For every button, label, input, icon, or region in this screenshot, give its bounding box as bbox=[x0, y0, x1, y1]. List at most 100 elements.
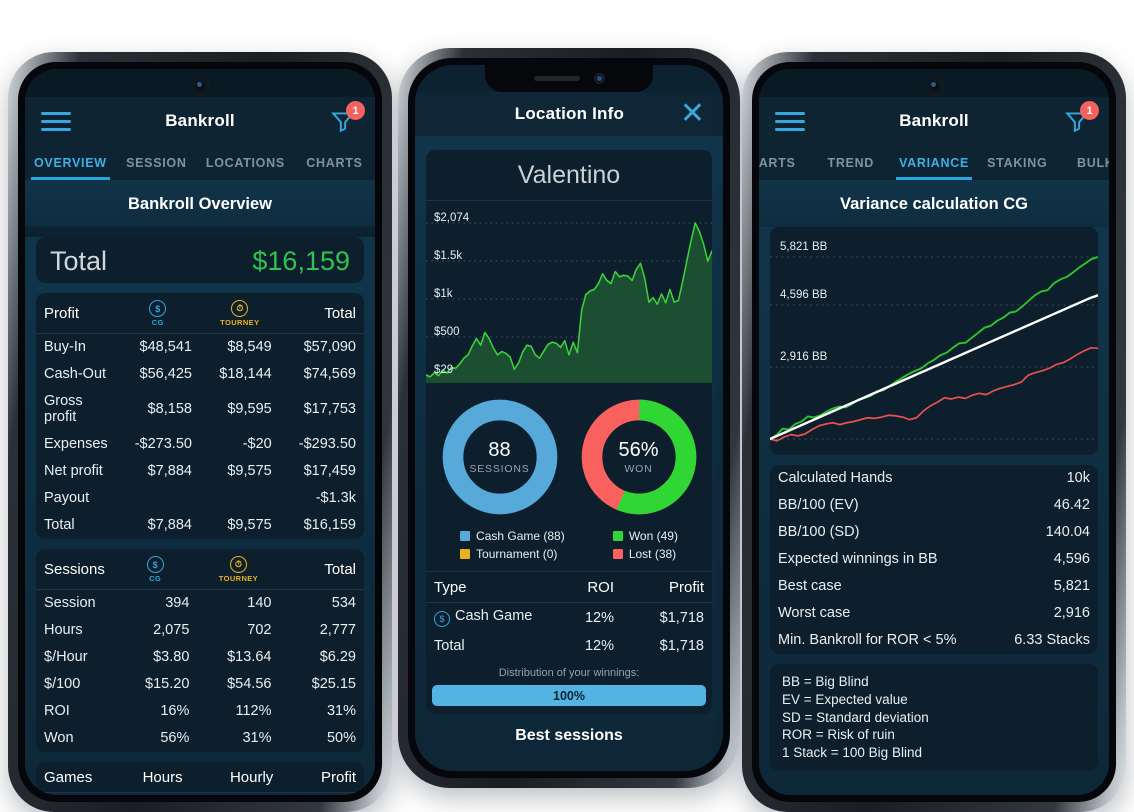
section-title-bankroll-overview: Bankroll Overview bbox=[25, 180, 375, 227]
row-tourney: $9,575 bbox=[227, 463, 272, 479]
row-cg: 56% bbox=[160, 730, 190, 746]
games-table: Games Hours Hourly Profit bbox=[36, 762, 364, 793]
row-cg: $3.80 bbox=[153, 649, 190, 665]
table-row[interactable]: $/100 $15.20 $54.56 $25.15 bbox=[36, 671, 364, 698]
table-row[interactable]: Total 12% $1,718 bbox=[426, 633, 712, 660]
content-scroll-right[interactable]: 5,821 BB 4,596 BB 2,916 BB Calculated Ha… bbox=[759, 227, 1109, 795]
legend-swatch-cash-game bbox=[460, 531, 471, 541]
row-label: $ Cash Game bbox=[426, 603, 544, 633]
row-total: $17,753 bbox=[303, 401, 356, 417]
legend-line: EV = Expected value bbox=[782, 691, 908, 707]
sessions-header-cg: $ CG bbox=[113, 549, 198, 590]
filter-icon[interactable]: 1 bbox=[329, 101, 365, 134]
table-row[interactable]: Total $7,884 $9,575 $16,159 bbox=[36, 512, 364, 539]
hamburger-icon[interactable] bbox=[775, 111, 805, 131]
legend-label-cash-game: Cash Game (88) bbox=[476, 529, 565, 543]
row-label: Session bbox=[44, 595, 96, 611]
row-label: Won bbox=[44, 730, 74, 746]
tab-session[interactable]: SESSION bbox=[116, 145, 197, 180]
table-row[interactable]: Payout -$1.3k bbox=[36, 485, 364, 512]
table-row[interactable]: Cash-Out $56,425 $18,144 $74,569 bbox=[36, 361, 364, 388]
table-row[interactable]: Expenses -$273.50 -$20 -$293.50 bbox=[36, 431, 364, 458]
table-row[interactable]: Hours 2,075 702 2,777 bbox=[36, 617, 364, 644]
table-row[interactable]: Best case 5,821 bbox=[770, 573, 1098, 600]
tab-staking[interactable]: STAKING bbox=[978, 145, 1057, 180]
legend-item: Won (49) bbox=[612, 529, 678, 543]
profit-header-label: Profit bbox=[44, 305, 80, 322]
filter-icon[interactable]: 1 bbox=[1063, 101, 1099, 134]
tab-trend[interactable]: TREND bbox=[812, 145, 891, 180]
row-label: $/Hour bbox=[44, 649, 88, 665]
donut-sessions-label: SESSIONS bbox=[469, 462, 530, 475]
close-icon[interactable]: ✕ bbox=[678, 99, 707, 129]
row-total: 50% bbox=[326, 730, 356, 746]
legend-line: BB = Big Blind bbox=[782, 674, 869, 689]
tab-locations[interactable]: LOCATIONS bbox=[197, 145, 294, 180]
table-row[interactable]: Worst case 2,916 bbox=[770, 600, 1098, 627]
stat-value: 10k bbox=[1066, 470, 1090, 486]
ytick-4: $29 bbox=[434, 364, 454, 376]
table-row[interactable]: $ Cash Game 12% $1,718 bbox=[426, 603, 712, 633]
table-row[interactable]: Session 394 140 534 bbox=[36, 590, 364, 617]
row-label: Buy-In bbox=[44, 339, 86, 355]
row-label: ROI bbox=[44, 703, 70, 719]
front-camera-icon bbox=[192, 78, 208, 94]
row-tourney: $18,144 bbox=[219, 366, 272, 382]
table-row[interactable]: ROI 16% 112% 31% bbox=[36, 698, 364, 725]
table-row[interactable]: Expected winnings in BB 4,596 bbox=[770, 546, 1098, 573]
table-row[interactable]: Calculated Hands 10k bbox=[770, 465, 1098, 492]
table-row[interactable]: BB/100 (SD) 140.04 bbox=[770, 519, 1098, 546]
legend-sessions: Cash Game (88) Tournament (0) bbox=[460, 529, 565, 561]
tab-charts[interactable]: CHARTS bbox=[294, 145, 375, 180]
variance-stats-card: Calculated Hands 10k BB/100 (EV) 46.42 BB/10… bbox=[770, 465, 1098, 654]
phone-middle-bezel: Location Info ✕ Valentino $2,074 $1.5k $… bbox=[408, 58, 730, 778]
total-label: Total bbox=[50, 246, 108, 276]
ytick-3: $500 bbox=[434, 326, 460, 338]
row-tourney: 31% bbox=[242, 730, 272, 746]
row-label: Net profit bbox=[44, 463, 103, 479]
tab-bulk[interactable]: BULK bbox=[1057, 145, 1109, 180]
ytick-worst: 2,916 BB bbox=[780, 351, 828, 363]
legend-label-won: Won (49) bbox=[628, 529, 678, 543]
phone-right-screen: Bankroll 1 HARTS TREND VARIANCE STAKING bbox=[759, 69, 1109, 795]
donut-won-value: 56% bbox=[618, 438, 659, 461]
profit-card: Profit $ CG ⏱ TOURNEY Total Buy-In $48,5… bbox=[36, 293, 364, 539]
stat-label: Best case bbox=[778, 578, 842, 594]
section-title-variance: Variance calculation CG bbox=[759, 180, 1109, 227]
location-name: Valentino bbox=[426, 150, 712, 201]
table-row[interactable]: Gross profit $8,158 $9,595 $17,753 bbox=[36, 388, 364, 431]
stat-value: 140.04 bbox=[1045, 524, 1090, 540]
row-cg: $8,158 bbox=[147, 401, 192, 417]
donut-won-label: WON bbox=[624, 462, 653, 475]
ytick-2: $1k bbox=[434, 288, 453, 300]
tab-overview[interactable]: OVERVIEW bbox=[25, 145, 116, 180]
tourney-icon: ⏱ TOURNEY bbox=[205, 556, 271, 583]
front-camera-icon bbox=[926, 78, 942, 94]
content-scroll-middle[interactable]: Valentino $2,074 $1.5k $1k $500 $29 88 S… bbox=[415, 136, 723, 771]
table-row[interactable]: $/Hour $3.80 $13.64 $6.29 bbox=[36, 644, 364, 671]
row-total: $25.15 bbox=[311, 676, 356, 692]
hamburger-icon[interactable] bbox=[41, 111, 71, 131]
row-roi: 12% bbox=[584, 638, 614, 654]
tab-bar-right[interactable]: HARTS TREND VARIANCE STAKING BULK bbox=[759, 145, 1109, 180]
variance-chart-svg bbox=[770, 256, 1098, 442]
profit-header-total: Total bbox=[324, 305, 356, 322]
table-row[interactable]: Min. Bankroll for ROR < 5% 6.33 Stacks bbox=[770, 627, 1098, 654]
games-card: Games Hours Hourly Profit bbox=[36, 762, 364, 793]
table-row[interactable]: Net profit $7,884 $9,575 $17,459 bbox=[36, 458, 364, 485]
tab-variance[interactable]: VARIANCE bbox=[890, 145, 978, 180]
row-total: -$1.3k bbox=[315, 490, 356, 506]
table-row[interactable]: BB/100 (EV) 46.42 bbox=[770, 492, 1098, 519]
tab-charts[interactable]: HARTS bbox=[759, 145, 812, 180]
donut-charts: 88 SESSIONS 56% WON bbox=[426, 383, 712, 523]
table-row[interactable]: Buy-In $48,541 $8,549 $57,090 bbox=[36, 334, 364, 361]
content-scroll-left[interactable]: Total $16,159 Profit $ CG ⏱ TOURNEY Tota… bbox=[25, 237, 375, 795]
legend-line: SD = Standard deviation bbox=[782, 709, 929, 725]
total-card: Total $16,159 bbox=[36, 237, 364, 283]
row-total: $17,459 bbox=[303, 463, 356, 479]
location-area-chart: $2,074 $1.5k $1k $500 $29 bbox=[426, 201, 712, 383]
row-tourney: $13.64 bbox=[227, 649, 272, 665]
tab-bar-left[interactable]: OVERVIEW SESSION LOCATIONS CHARTS bbox=[25, 145, 375, 180]
table-row[interactable]: Won 56% 31% 50% bbox=[36, 725, 364, 752]
row-tourney: -$20 bbox=[242, 436, 272, 452]
